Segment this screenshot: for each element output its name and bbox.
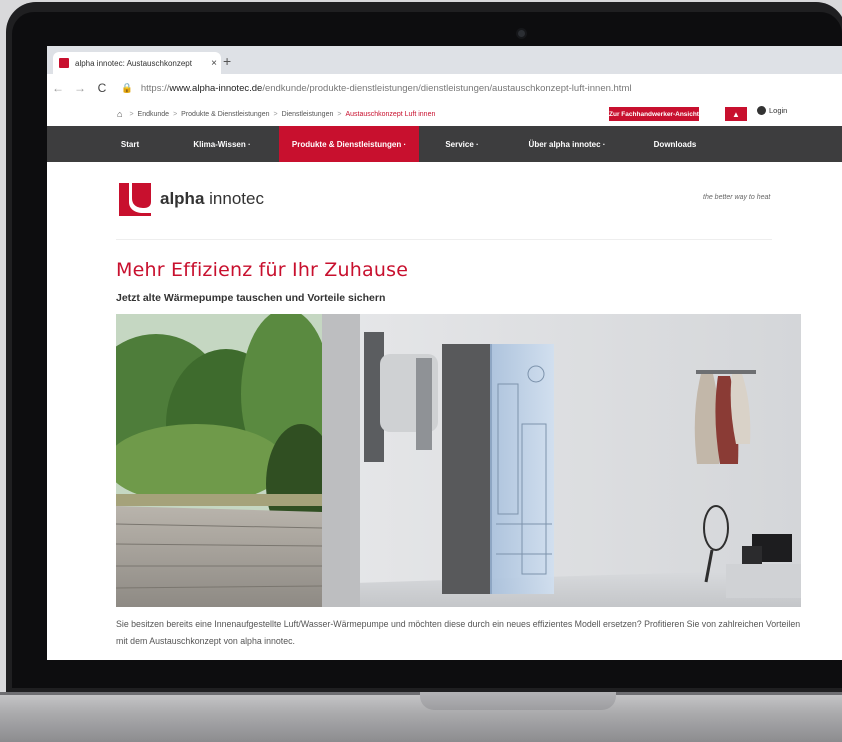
login-link[interactable]: Login [757,106,787,115]
address-bar: ← → C 🔒 https://www.alpha-innotec.de/endk… [47,74,842,103]
breadcrumb: ⌂ > Endkunde > Produkte & Dienstleistung… [117,109,435,119]
home-icon[interactable]: ⌂ [117,109,122,119]
nav-item-ueber[interactable]: Über alpha innotec · [505,126,629,162]
utility-bar: ⌂ > Endkunde > Produkte & Dienstleistung… [47,102,842,126]
laptop-frame: alpha innotec: Austauschkonzept × + ← → … [0,0,842,742]
lock-icon: 🔒 [121,82,133,94]
lock-button-icon[interactable]: ▲ [725,107,747,121]
trackpad-notch [420,692,616,710]
tab-bar: alpha innotec: Austauschkonzept × + [47,46,842,74]
favicon-icon [59,58,69,68]
tab-close-icon[interactable]: × [207,58,221,69]
url-field[interactable]: 🔒 https://www.alpha-innotec.de/endkunde/p… [121,83,631,94]
brand-tagline: the better way to heat [703,194,771,201]
browser-tab[interactable]: alpha innotec: Austauschkonzept × [53,52,221,74]
user-icon [757,106,766,115]
header-divider [116,239,772,240]
login-label: Login [769,106,788,115]
breadcrumb-separator: > [337,110,342,118]
breadcrumb-item[interactable]: Dienstleistungen [282,111,334,118]
main-nav: Start Klima-Wissen · Produkte & Dienstle… [47,126,842,162]
reload-button[interactable]: C [91,81,113,95]
back-button[interactable]: ← [47,81,69,95]
brand-logo[interactable]: alpha innotec [116,180,264,218]
nav-item-produkte[interactable]: Produkte & Dienstleistungen · [279,126,419,162]
hero-image [116,314,801,607]
tab-title: alpha innotec: Austauschkonzept [75,58,192,68]
heat-pump-room-illustration [116,314,801,607]
page-title: Mehr Effizienz für Ihr Zuhause [116,259,409,281]
breadcrumb-current: Austauschkonzept Luft innen [345,110,436,118]
new-tab-button[interactable]: + [223,52,231,70]
url-path: /endkunde/produkte-dienstleistungen/dien… [262,82,632,94]
breadcrumb-separator: > [173,110,178,118]
breadcrumb-item[interactable]: Endkunde [138,111,170,118]
url-prefix: https:// [140,82,170,94]
page-subtitle: Jetzt alte Wärmepumpe tauschen und Vorte… [116,292,386,304]
alpha-innotec-logo-icon [116,180,154,218]
forward-button[interactable]: → [69,81,91,95]
url-host: www.alpha-innotec.de [169,82,263,94]
browser-window: alpha innotec: Austauschkonzept × + ← → … [47,46,842,660]
intro-paragraph: Sie besitzen bereits eine Innenaufgestel… [116,619,801,646]
nav-item-downloads[interactable]: Downloads [629,126,721,162]
breadcrumb-separator: > [273,110,278,118]
nav-item-service[interactable]: Service · [419,126,505,162]
camera-icon [518,30,525,37]
breadcrumb-separator: > [129,110,134,118]
nav-item-klima-wissen[interactable]: Klima-Wissen · [165,126,279,162]
brand-name: alpha innotec [160,189,264,208]
fachhandwerker-button[interactable]: Zur Fachhandwerker-Ansicht [609,107,699,121]
nav-item-start[interactable]: Start [95,126,165,162]
breadcrumb-item[interactable]: Produkte & Dienstleistungen [181,111,269,118]
